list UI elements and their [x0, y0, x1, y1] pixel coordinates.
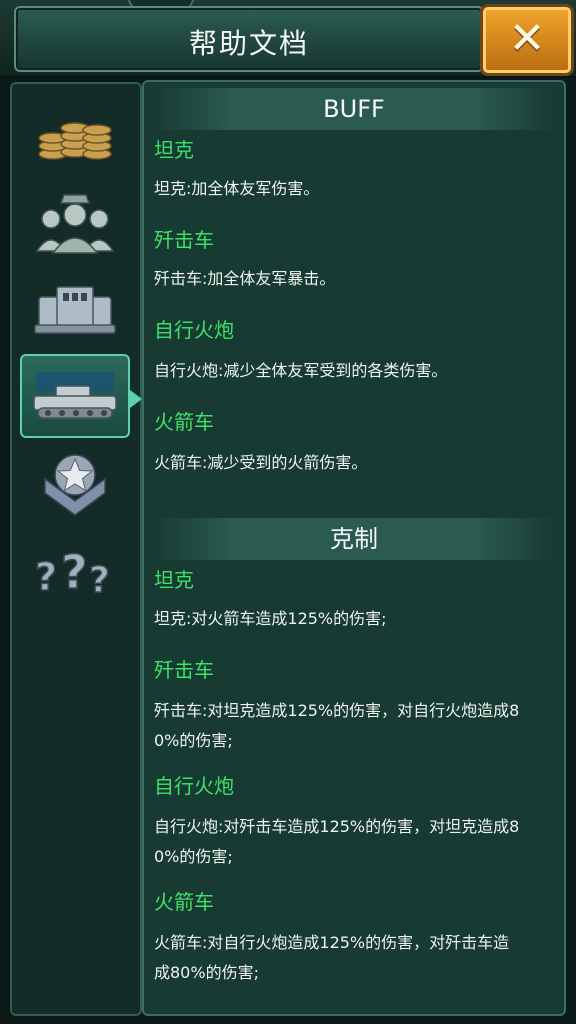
building-icon	[34, 286, 116, 334]
counter-heading-rocket: 火箭车	[154, 890, 214, 914]
counter-desc-rocket-line1: 火箭车:对自行火炮造成125%的伤害，对歼击车造	[154, 933, 510, 952]
counter-desc-tank: 坦克:对火箭车造成125%的伤害;	[154, 609, 387, 628]
help-content[interactable]: BUFF 坦克 坦克:加全体友军伤害。 歼击车 歼击车:加全体友军暴击。 自行火…	[142, 80, 566, 1016]
buff-desc-artillery: 自行火炮:减少全体友军受到的各类伤害。	[154, 361, 448, 380]
counter-desc-rocket-line2: 成80%的伤害;	[154, 963, 259, 982]
counter-desc-artillery-line2: 0%的伤害;	[154, 847, 233, 866]
counter-heading-destroyer: 歼击车	[154, 658, 214, 682]
coins-icon	[38, 122, 112, 160]
counter-desc-artillery-line1: 自行火炮:对歼击车造成125%的伤害，对坦克造成8	[154, 817, 520, 836]
nav-item-help[interactable]: ? ? ?	[20, 530, 130, 614]
section-title-counter: 克制	[150, 518, 558, 560]
nav-item-vehicles[interactable]	[20, 354, 142, 438]
counter-heading-tank: 坦克	[154, 568, 194, 592]
buff-desc-rocket: 火箭车:减少受到的火箭伤害。	[154, 453, 368, 472]
section-title-buff: BUFF	[150, 88, 558, 130]
close-button[interactable]: ✕	[480, 4, 574, 76]
svg-text:?: ?	[89, 560, 110, 600]
officer-icon	[35, 194, 115, 254]
svg-text:?: ?	[61, 545, 88, 599]
rank-star-icon	[44, 454, 106, 516]
buff-desc-destroyer: 歼击车:加全体友军暴击。	[154, 269, 336, 288]
buff-heading-artillery: 自行火炮	[154, 318, 234, 342]
counter-heading-artillery: 自行火炮	[154, 774, 234, 798]
close-icon: ✕	[508, 13, 546, 64]
nav-item-rank[interactable]	[20, 442, 130, 526]
buff-heading-tank: 坦克	[154, 138, 194, 162]
buff-heading-destroyer: 歼击车	[154, 228, 214, 252]
page-title: 帮助文档	[188, 27, 309, 60]
nav-item-officers[interactable]	[20, 180, 130, 264]
nav-item-coins[interactable]	[20, 92, 130, 176]
top-bar: 帮助文档 ✕	[0, 0, 576, 78]
tank-icon	[33, 372, 117, 419]
counter-desc-destroyer-line2: 0%的伤害;	[154, 731, 233, 750]
question-icon: ? ? ?	[34, 544, 110, 600]
counter-desc-destroyer-line1: 歼击车:对坦克造成125%的伤害，对自行火炮造成8	[154, 701, 520, 720]
svg-text:?: ?	[35, 555, 57, 599]
buff-heading-rocket: 火箭车	[154, 410, 214, 434]
title-plate: 帮助文档	[14, 6, 484, 72]
buff-desc-tank: 坦克:加全体友军伤害。	[154, 179, 320, 198]
nav-item-buildings[interactable]	[20, 268, 130, 352]
side-nav: ? ? ?	[10, 82, 142, 1016]
